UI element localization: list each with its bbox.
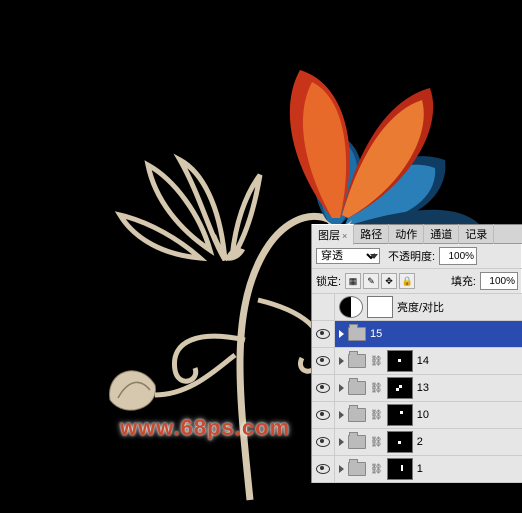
expand-icon[interactable]: [339, 411, 344, 419]
watermark-text: www.68ps.com: [120, 415, 290, 441]
tab-close-icon[interactable]: ×: [342, 231, 347, 241]
folder-icon: [348, 408, 366, 422]
eye-icon: [316, 410, 330, 420]
lock-position-button[interactable]: ✥: [381, 273, 397, 289]
adjustment-layer-icon: [339, 296, 363, 318]
eye-icon: [316, 356, 330, 366]
layer-mask-thumb: [367, 296, 393, 318]
mask-thumb: [387, 350, 413, 372]
expand-icon[interactable]: [339, 357, 344, 365]
expand-icon[interactable]: [339, 384, 344, 392]
link-icon: ⛓: [370, 383, 383, 394]
panel-tabs: 图层× 路径 动作 通道 记录: [312, 225, 522, 244]
expand-icon[interactable]: [339, 330, 344, 338]
visibility-toggle[interactable]: [312, 375, 335, 401]
folder-icon: [348, 462, 366, 476]
visibility-toggle[interactable]: [312, 321, 335, 347]
link-icon: ⛓: [370, 464, 383, 475]
opacity-input[interactable]: [439, 247, 477, 265]
layer-name: 亮度/对比: [397, 299, 444, 315]
mask-thumb: [387, 431, 413, 453]
lock-fill-row: 锁定: ▦ ✎ ✥ 🔒 填充:: [312, 269, 522, 294]
tab-layers[interactable]: 图层×: [312, 224, 354, 245]
layers-panel: 图层× 路径 动作 通道 记录 穿透 不透明度: 锁定: ▦ ✎ ✥ 🔒 填充:: [311, 224, 522, 483]
tab-paths[interactable]: 路径: [354, 224, 389, 244]
layer-name: 13: [417, 382, 429, 394]
dropdown-arrow-icon: [370, 254, 378, 259]
visibility-toggle[interactable]: [312, 456, 335, 482]
tab-channels[interactable]: 通道: [424, 224, 459, 244]
lock-transparency-button[interactable]: ▦: [345, 273, 361, 289]
layer-row-group-15[interactable]: 15: [312, 321, 522, 348]
folder-icon: [348, 354, 366, 368]
layer-row-group-10[interactable]: ⛓ 10: [312, 402, 522, 429]
lock-all-button[interactable]: 🔒: [399, 273, 415, 289]
layer-row-group-13[interactable]: ⛓ 13: [312, 375, 522, 402]
mask-thumb: [387, 404, 413, 426]
blend-opacity-row: 穿透 不透明度:: [312, 244, 522, 269]
folder-icon: [348, 381, 366, 395]
expand-icon[interactable]: [339, 465, 344, 473]
mask-thumb: [387, 377, 413, 399]
layer-name: 10: [417, 409, 429, 421]
layer-row-group-14[interactable]: ⛓ 14: [312, 348, 522, 375]
fill-input[interactable]: [480, 272, 518, 290]
visibility-toggle[interactable]: [312, 429, 335, 455]
eye-icon: [316, 437, 330, 447]
visibility-toggle[interactable]: [312, 402, 335, 428]
lock-icons-group: ▦ ✎ ✥ 🔒: [345, 273, 415, 289]
layer-row-group-1[interactable]: ⛓ 1: [312, 456, 522, 483]
tab-history[interactable]: 记录: [459, 224, 494, 244]
layer-name: 14: [417, 355, 429, 367]
eye-icon: [316, 329, 330, 339]
tab-layers-label: 图层: [318, 230, 340, 242]
link-icon: ⛓: [370, 356, 383, 367]
layer-list: 亮度/对比 15 ⛓ 14: [312, 294, 522, 483]
lock-pixels-button[interactable]: ✎: [363, 273, 379, 289]
tab-actions[interactable]: 动作: [389, 224, 424, 244]
layer-row-group-2[interactable]: ⛓ 2: [312, 429, 522, 456]
layer-name: 2: [417, 436, 423, 448]
expand-icon[interactable]: [339, 438, 344, 446]
opacity-label: 不透明度:: [388, 248, 435, 264]
layer-name: 15: [370, 328, 382, 340]
folder-icon: [348, 435, 366, 449]
eye-icon: [316, 464, 330, 474]
folder-icon: [348, 327, 366, 341]
link-icon: ⛓: [370, 437, 383, 448]
lock-label: 锁定:: [316, 273, 341, 289]
eye-icon: [316, 383, 330, 393]
fill-label: 填充:: [451, 273, 476, 289]
mask-thumb: [387, 458, 413, 480]
link-icon: ⛓: [370, 410, 383, 421]
layer-row-adjustment[interactable]: 亮度/对比: [312, 294, 522, 321]
visibility-toggle[interactable]: [312, 348, 335, 374]
layer-name: 1: [417, 463, 423, 475]
visibility-toggle[interactable]: [312, 294, 335, 320]
